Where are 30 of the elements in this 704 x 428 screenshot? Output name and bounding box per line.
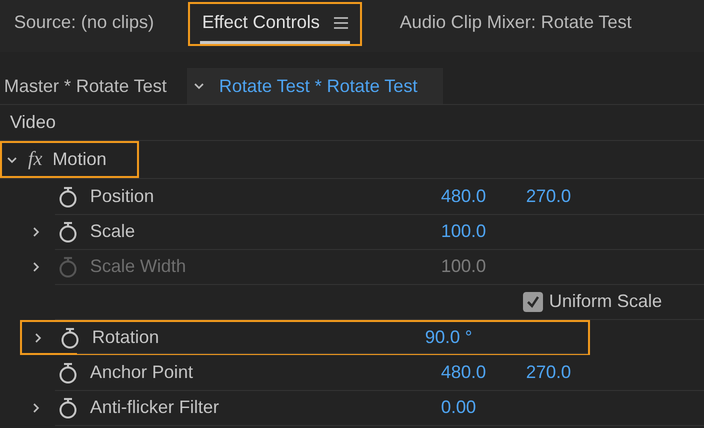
stopwatch-icon[interactable] <box>58 186 78 208</box>
property-name: Anti-flicker Filter <box>90 397 220 418</box>
fx-icon: fx <box>28 148 42 171</box>
checkbox[interactable] <box>523 292 543 312</box>
menu-icon[interactable] <box>334 16 348 28</box>
property-value[interactable]: 480.0 <box>441 186 526 207</box>
section-heading: Video <box>10 112 56 133</box>
effect-header[interactable]: fx Motion <box>0 141 139 178</box>
property-name: Anchor Point <box>90 362 194 383</box>
property-value[interactable]: 0.00 <box>441 397 526 418</box>
property-value[interactable]: 270.0 <box>526 362 611 383</box>
panel-tab[interactable]: Effect Controls <box>188 2 362 46</box>
panel-tab[interactable]: Source: (no clips) <box>0 2 168 46</box>
checkbox-label: Uniform Scale <box>549 291 662 312</box>
stopwatch-icon[interactable] <box>60 326 80 348</box>
property-name: Rotation <box>92 327 160 348</box>
property-name: Position <box>90 186 156 207</box>
property-value[interactable]: 270.0 <box>526 186 611 207</box>
stopwatch-icon[interactable] <box>58 396 78 418</box>
property-name: Scale <box>90 221 136 242</box>
property-name: Scale Width <box>90 256 188 277</box>
property-value[interactable]: 100.0 <box>441 221 526 242</box>
clip-selector[interactable]: Rotate Test * Rotate Test <box>187 68 443 104</box>
master-clip-label[interactable]: Master * Rotate Test <box>0 76 187 96</box>
stopwatch-icon[interactable] <box>58 362 78 384</box>
property-value: 100.0 <box>441 256 488 277</box>
property-value[interactable]: 480.0 <box>441 362 526 383</box>
panel-tab[interactable]: Audio Clip Mixer: Rotate Test <box>386 2 646 46</box>
property-value[interactable]: 90.0 ° <box>425 327 510 348</box>
stopwatch-icon[interactable] <box>58 220 78 242</box>
